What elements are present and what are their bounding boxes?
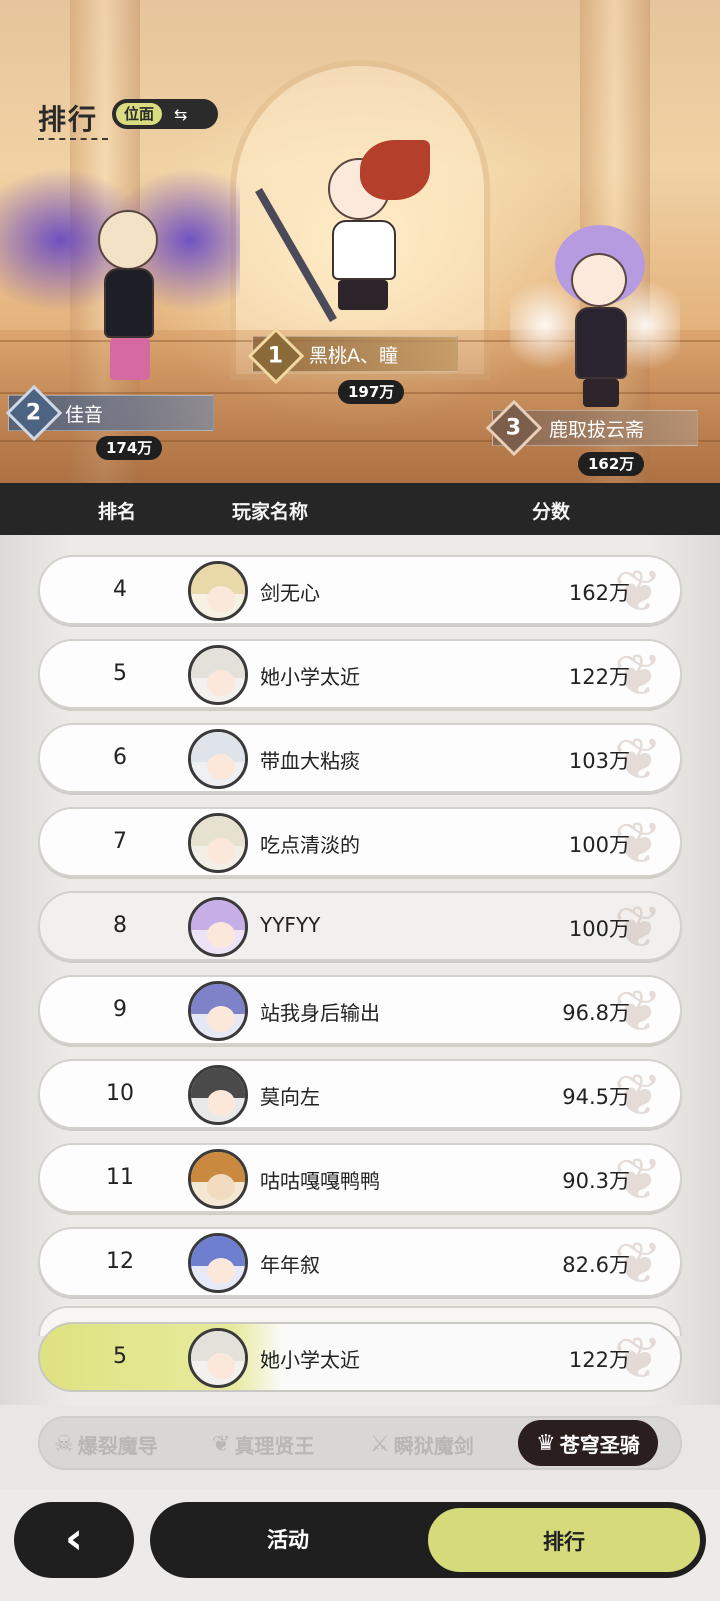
bottom-tab-bar: 活动 排行 bbox=[150, 1502, 706, 1578]
row-score: 94.5万 bbox=[562, 1085, 630, 1109]
row-score: 90.3万 bbox=[562, 1169, 630, 1193]
character-body bbox=[332, 220, 396, 280]
avatar[interactable] bbox=[188, 1065, 248, 1125]
row-player-name: YYFYY bbox=[260, 913, 321, 937]
podium-name: 鹿取拔云斋 bbox=[549, 418, 645, 441]
character-legs bbox=[338, 280, 388, 310]
table-row[interactable]: ❦ 10 莫向左 94.5万 bbox=[38, 1059, 682, 1129]
back-button[interactable]: ‹ bbox=[14, 1502, 134, 1578]
column-header-score: 分数 bbox=[532, 501, 571, 523]
column-header-name: 玩家名称 bbox=[232, 501, 309, 523]
table-row[interactable]: ❦ 8 YYFYY 100万 bbox=[38, 891, 682, 961]
tab-class-sky-paladin[interactable]: ♛ 苍穹圣骑 bbox=[518, 1420, 658, 1466]
table-row[interactable]: ❦ 11 咕咕嘎嘎鸭鸭 90.3万 bbox=[38, 1143, 682, 1213]
row-rank: 7 bbox=[113, 829, 127, 854]
avatar[interactable] bbox=[188, 1149, 248, 1209]
row-player-name: 咕咕嘎嘎鸭鸭 bbox=[260, 1169, 380, 1193]
bottom-bar: ‹ 活动 排行 bbox=[0, 1490, 720, 1601]
sword-emblem-icon: ⚔ bbox=[370, 1432, 390, 1457]
table-row[interactable]: ❦ 6 带血大粘痰 103万 bbox=[38, 723, 682, 793]
row-score: 100万 bbox=[568, 833, 630, 857]
chevron-left-icon: ‹ bbox=[64, 1513, 84, 1564]
table-row[interactable]: ❦ 7 吃点清淡的 100万 bbox=[38, 807, 682, 877]
podium-score-1: 197万 bbox=[338, 380, 405, 404]
table-row[interactable]: ❦ 9 站我身后输出 96.8万 bbox=[38, 975, 682, 1045]
row-score: 82.6万 bbox=[562, 1253, 630, 1277]
column-header-rank: 排名 bbox=[98, 501, 137, 523]
skull-emblem-icon: ☠ bbox=[54, 1432, 74, 1457]
my-rank-row[interactable]: ❦ 5 她小学太近 122万 bbox=[38, 1322, 682, 1392]
row-player-name: 带血大粘痰 bbox=[260, 749, 360, 773]
character-body bbox=[575, 307, 627, 379]
podium-name: 黑桃A、瞳 bbox=[309, 344, 398, 367]
table-row[interactable]: ❦ 12 年年叙 82.6万 bbox=[38, 1227, 682, 1297]
row-rank: 4 bbox=[113, 577, 127, 602]
swap-icon: ⇆ bbox=[174, 104, 188, 124]
title-underline bbox=[38, 138, 108, 140]
class-tab-bar: ☠ 爆裂魔导 ❦ 真理贤王 ⚔ 瞬狱魔剑 ♛ 苍穹圣骑 bbox=[38, 1416, 682, 1470]
tab-class-truth-sage[interactable]: ❦ 真理贤王 bbox=[212, 1430, 314, 1459]
table-row[interactable]: ❦ 4 剑无心 162万 bbox=[38, 555, 682, 625]
row-rank: 9 bbox=[113, 997, 127, 1022]
avatar[interactable] bbox=[188, 729, 248, 789]
row-rank: 12 bbox=[106, 1249, 134, 1274]
helm-emblem-icon: ♛ bbox=[536, 1430, 556, 1456]
tab-class-explosive-mage[interactable]: ☠ 爆裂魔导 bbox=[54, 1430, 158, 1459]
class-tab-label: 瞬狱魔剑 bbox=[393, 1434, 474, 1458]
row-score: 162万 bbox=[568, 581, 630, 605]
row-player-name: 剑无心 bbox=[260, 581, 320, 605]
podium-name: 佳音 bbox=[65, 403, 104, 426]
character-legs bbox=[110, 338, 150, 380]
title-block: 排行 bbox=[38, 98, 108, 140]
row-rank: 6 bbox=[113, 745, 127, 770]
row-rank: 11 bbox=[106, 1165, 134, 1190]
character-hair bbox=[360, 140, 430, 200]
character-legs bbox=[583, 379, 619, 407]
avatar[interactable] bbox=[188, 981, 248, 1041]
class-tab-label: 爆裂魔导 bbox=[77, 1434, 158, 1458]
row-score: 103万 bbox=[568, 749, 630, 773]
avatar[interactable] bbox=[188, 813, 248, 873]
avatar[interactable] bbox=[188, 561, 248, 621]
character-body bbox=[104, 268, 154, 338]
ranking-hero: 排行 位面 ⇆ 佳音 2 174万 黑桃A、瞳 1 197万 鹿取拔云斋 3 1 bbox=[0, 0, 720, 483]
avatar[interactable] bbox=[188, 897, 248, 957]
avatar[interactable] bbox=[188, 1233, 248, 1293]
character-head bbox=[571, 253, 627, 307]
tab-ranking[interactable]: 排行 bbox=[426, 1506, 702, 1574]
row-score: 100万 bbox=[568, 917, 630, 941]
row-player-name: 莫向左 bbox=[260, 1085, 320, 1109]
row-player-name: 她小学太近 bbox=[260, 665, 360, 689]
tab-class-instant-prison-sword[interactable]: ⚔ 瞬狱魔剑 bbox=[370, 1430, 474, 1459]
my-score: 122万 bbox=[568, 1348, 630, 1372]
row-rank: 5 bbox=[113, 661, 127, 686]
tab-activity[interactable]: 活动 bbox=[154, 1506, 422, 1574]
class-tab-label: 真理贤王 bbox=[234, 1434, 315, 1458]
page-title: 排行 bbox=[38, 103, 99, 136]
avatar[interactable] bbox=[188, 1328, 248, 1388]
class-tab-label: 苍穹圣骑 bbox=[559, 1432, 640, 1457]
row-player-name: 年年叙 bbox=[260, 1253, 320, 1277]
character-head bbox=[98, 210, 158, 270]
avatar[interactable] bbox=[188, 645, 248, 705]
row-score: 122万 bbox=[568, 665, 630, 689]
row-rank: 10 bbox=[106, 1081, 134, 1106]
table-header: 排名 玩家名称 分数 bbox=[0, 483, 720, 535]
row-score: 96.8万 bbox=[562, 1001, 630, 1025]
row-player-name: 吃点清淡的 bbox=[260, 833, 360, 857]
plane-toggle-button[interactable]: 位面 ⇆ bbox=[112, 99, 218, 129]
my-player-name: 她小学太近 bbox=[260, 1348, 360, 1372]
my-rank: 5 bbox=[113, 1344, 127, 1369]
table-row[interactable]: ❦ 5 她小学太近 122万 bbox=[38, 639, 682, 709]
podium-score-2: 174万 bbox=[96, 436, 163, 460]
row-player-name: 站我身后输出 bbox=[260, 1001, 380, 1025]
podium-score-3: 162万 bbox=[578, 452, 645, 476]
row-rank: 8 bbox=[113, 913, 127, 938]
tree-emblem-icon: ❦ bbox=[212, 1432, 231, 1457]
plane-label: 位面 bbox=[116, 103, 163, 125]
